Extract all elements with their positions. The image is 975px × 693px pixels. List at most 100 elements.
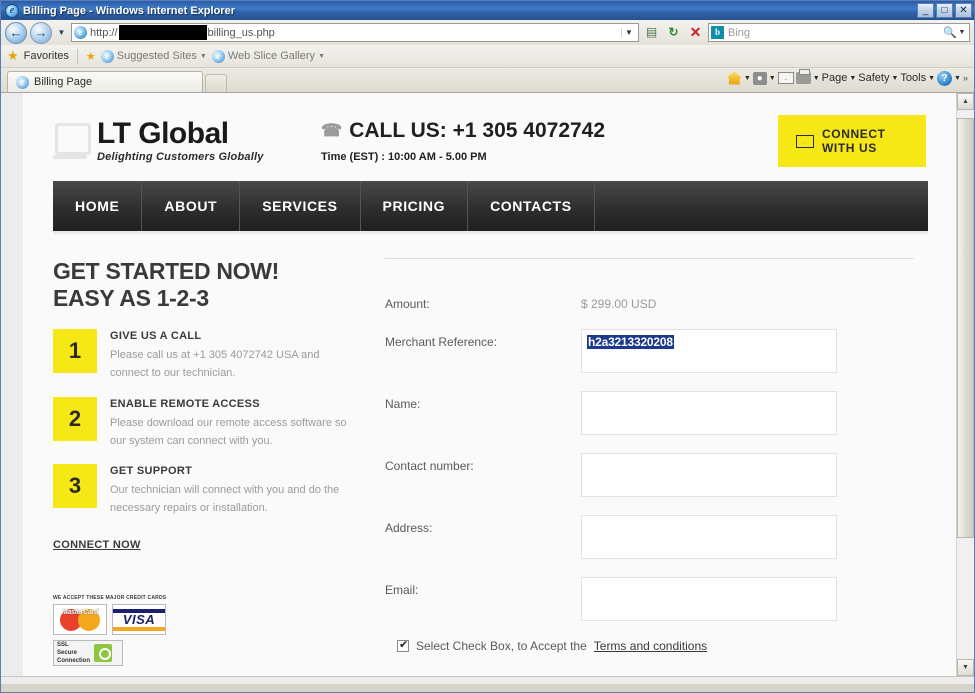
browser-window: e Billing Page - Windows Internet Explor…	[0, 0, 975, 693]
connect-with-us-button[interactable]: CONNECT WITH US	[778, 115, 926, 167]
nav-item-about[interactable]: ABOUT	[142, 181, 241, 231]
web-slice-gallery-label: Web Slice Gallery	[227, 50, 316, 62]
step-body: GIVE US A CALL Please call us at +1 305 …	[110, 329, 353, 382]
tab-bar: e Billing Page ▼ ● ▼ ▼ Page ▼ Safety ▼ T…	[1, 68, 974, 92]
history-dropdown-icon[interactable]: ▼	[55, 23, 68, 43]
add-favorite-star-icon[interactable]: ★	[86, 50, 96, 63]
feeds-button[interactable]: ● ▼	[752, 71, 776, 85]
site-logo[interactable]: LT Global Delighting Customers Globally	[53, 119, 303, 163]
page-viewport: LT Global Delighting Customers Globally …	[1, 92, 974, 676]
payment-badges-caption: WE ACCEPT THESE MAJOR CREDIT CARDS	[53, 595, 167, 602]
step-description: Please call us at +1 305 4072742 USA and…	[110, 349, 320, 380]
restore-button[interactable]: □	[936, 3, 953, 18]
get-started-title-line2: EASY AS 1-2-3	[53, 284, 209, 311]
print-icon	[795, 69, 811, 84]
get-started-column: GET STARTED NOW! EASY AS 1-2-3 1 GIVE US…	[53, 258, 373, 667]
page-menu[interactable]: Page ▼	[822, 72, 857, 84]
logo-tagline: Delighting Customers Globally	[97, 151, 264, 163]
web-slice-gallery-item[interactable]: e Web Slice Gallery ▼	[211, 49, 325, 63]
connect-now-link[interactable]: CONNECT NOW	[53, 539, 141, 551]
stop-icon[interactable]: ✕	[686, 23, 705, 42]
name-input[interactable]	[581, 391, 837, 435]
step-item: 2 ENABLE REMOTE ACCESS Please download o…	[53, 396, 353, 450]
window-title: Billing Page - Windows Internet Explorer	[23, 4, 235, 17]
mail-icon	[777, 72, 794, 84]
logo-name: LT Global	[97, 117, 229, 150]
chevron-down-icon: ▼	[199, 52, 207, 60]
get-started-title: GET STARTED NOW! EASY AS 1-2-3	[53, 258, 353, 311]
site-header: LT Global Delighting Customers Globally …	[53, 93, 926, 181]
suggested-sites-item[interactable]: e Suggested Sites ▼	[100, 49, 207, 63]
ssl-secure-badge: SSL Secure Connection	[53, 640, 123, 667]
page-content: GET STARTED NOW! EASY AS 1-2-3 1 GIVE US…	[53, 234, 926, 667]
favorites-bar: ★ Favorites ★ e Suggested Sites ▼ e Web …	[1, 45, 974, 68]
step-title: GIVE US A CALL	[110, 330, 202, 343]
address-label: Address:	[385, 521, 433, 535]
step-body: ENABLE REMOTE ACCESS Please download our…	[110, 397, 353, 450]
email-input[interactable]	[581, 577, 837, 621]
mail-button[interactable]	[777, 72, 794, 84]
contact-number-input[interactable]	[581, 453, 837, 497]
chevron-down-icon: ▼	[891, 74, 899, 82]
chevron-down-icon: ▼	[849, 74, 857, 82]
close-button[interactable]: ✕	[955, 3, 972, 18]
scroll-up-button[interactable]: ▲	[957, 93, 974, 110]
url-input[interactable]: e http:// billing_us.php ▼	[71, 23, 639, 42]
nav-item-contacts[interactable]: CONTACTS	[468, 181, 595, 231]
print-button[interactable]: ▼	[795, 69, 820, 84]
help-button[interactable]: ? ▼	[937, 70, 961, 86]
tab-billing-page[interactable]: e Billing Page	[7, 71, 203, 92]
suggested-sites-icon: e	[100, 49, 114, 63]
form-row-address: Address:	[385, 515, 926, 559]
payment-badges: WE ACCEPT THESE MAJOR CREDIT CARDS Maste…	[53, 595, 171, 667]
back-button[interactable]: ←	[5, 21, 27, 44]
favorites-label[interactable]: Favorites	[24, 50, 69, 62]
url-dropdown-icon[interactable]: ▼	[621, 28, 636, 37]
rss-feed-icon: ●	[752, 71, 767, 85]
billing-form: Amount: $ 299.00 USD Merchant Reference:…	[373, 258, 926, 666]
url-path: billing_us.php	[207, 26, 275, 39]
safety-menu[interactable]: Safety ▼	[858, 72, 898, 84]
minimize-button[interactable]: _	[917, 3, 934, 18]
form-row-name: Name:	[385, 391, 926, 435]
toolbar-overflow-icon[interactable]: »	[963, 73, 968, 83]
page-scrollbar[interactable]: ▲ ▼	[956, 93, 974, 676]
terms-checkbox[interactable]	[397, 638, 409, 652]
ssl-line-3: Connection	[57, 658, 90, 665]
business-hours: Time (EST) : 10:00 AM - 5.00 PM	[321, 151, 487, 163]
address-input[interactable]	[581, 515, 837, 559]
url-redacted-host	[118, 25, 207, 40]
home-button[interactable]: ▼	[726, 71, 751, 85]
nav-item-pricing[interactable]: PRICING	[361, 181, 469, 231]
favorites-star-icon[interactable]: ★	[7, 48, 19, 64]
nav-item-home[interactable]: HOME	[53, 181, 143, 231]
form-row-email: Email:	[385, 577, 926, 621]
window-controls: _ □ ✕	[917, 3, 972, 18]
new-tab-button[interactable]	[205, 74, 227, 92]
forward-button[interactable]: →	[30, 21, 52, 44]
search-icon[interactable]: 🔍	[943, 26, 957, 39]
search-provider-caret-icon[interactable]: ▼	[957, 29, 967, 36]
connect-with-us-label: CONNECT WITH US	[822, 127, 886, 155]
compatibility-view-icon[interactable]: ▤	[642, 23, 661, 42]
ssl-line-1: SSL	[57, 642, 69, 649]
scroll-down-button[interactable]: ▼	[957, 659, 974, 676]
web-page: LT Global Delighting Customers Globally …	[23, 93, 956, 676]
page-menu-label: Page	[821, 72, 848, 84]
terms-and-conditions-link[interactable]: Terms and conditions	[594, 639, 707, 653]
step-title: GET SUPPORT	[110, 464, 193, 477]
merchant-reference-value: h2a3213320208	[587, 335, 674, 349]
search-input[interactable]: b Bing 🔍 ▼	[708, 23, 970, 42]
chevron-down-icon: ▼	[743, 74, 751, 82]
tools-menu[interactable]: Tools ▼	[900, 72, 935, 84]
refresh-icon[interactable]: ↻	[664, 23, 683, 42]
amount-value: $ 299.00 USD	[581, 297, 657, 311]
scrollbar-thumb[interactable]	[957, 118, 974, 538]
nav-item-services[interactable]: SERVICES	[240, 181, 361, 231]
ssl-line-2: Secure	[57, 650, 78, 657]
step-item: 1 GIVE US A CALL Please call us at +1 30…	[53, 329, 353, 382]
toolbar-separator	[76, 48, 78, 64]
suggested-sites-label: Suggested Sites	[116, 50, 197, 62]
address-bar: ← → ▼ e http:// billing_us.php ▼ ▤ ↻ ✕ b…	[1, 20, 974, 45]
merchant-reference-input[interactable]: h2a3213320208	[581, 329, 837, 373]
